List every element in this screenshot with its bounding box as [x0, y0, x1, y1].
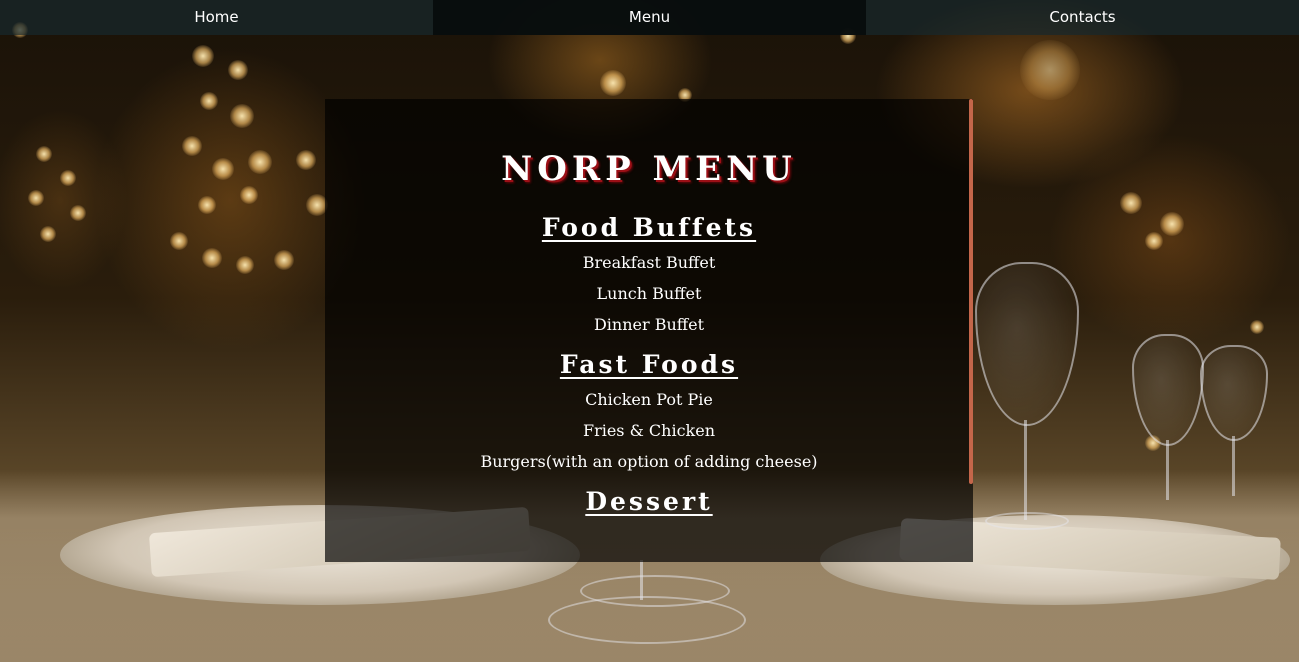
- menu-item: Lunch Buffet: [596, 284, 702, 303]
- nav-home-link[interactable]: Home: [0, 0, 433, 35]
- menu-title: NORP MENU: [501, 149, 797, 189]
- top-navigation-bar: Home Menu Contacts: [0, 0, 1299, 35]
- menu-section-food-buffets: Food Buffets Breakfast Buffet Lunch Buff…: [325, 213, 973, 340]
- menu-item: Burgers(with an option of adding cheese): [480, 452, 818, 471]
- menu-item: Breakfast Buffet: [582, 253, 716, 272]
- menu-item: Fries & Chicken: [582, 421, 716, 440]
- menu-scroll-area[interactable]: NORP MENU Food Buffets Breakfast Buffet …: [325, 99, 973, 562]
- menu-item: Dinner Buffet: [593, 315, 705, 334]
- menu-section-fast-foods: Fast Foods Chicken Pot Pie Fries & Chick…: [325, 350, 973, 477]
- menu-scrollbar[interactable]: [969, 99, 973, 484]
- menu-item: Chicken Pot Pie: [585, 390, 713, 409]
- menu-section-dessert: Dessert: [325, 487, 973, 521]
- section-title-fast-foods: Fast Foods: [559, 350, 739, 379]
- menu-panel: NORP MENU Food Buffets Breakfast Buffet …: [325, 99, 973, 562]
- nav-contacts-link[interactable]: Contacts: [866, 0, 1299, 35]
- nav-menu-link[interactable]: Menu: [433, 0, 866, 35]
- section-title-dessert: Dessert: [585, 487, 713, 516]
- section-title-food-buffets: Food Buffets: [541, 213, 757, 242]
